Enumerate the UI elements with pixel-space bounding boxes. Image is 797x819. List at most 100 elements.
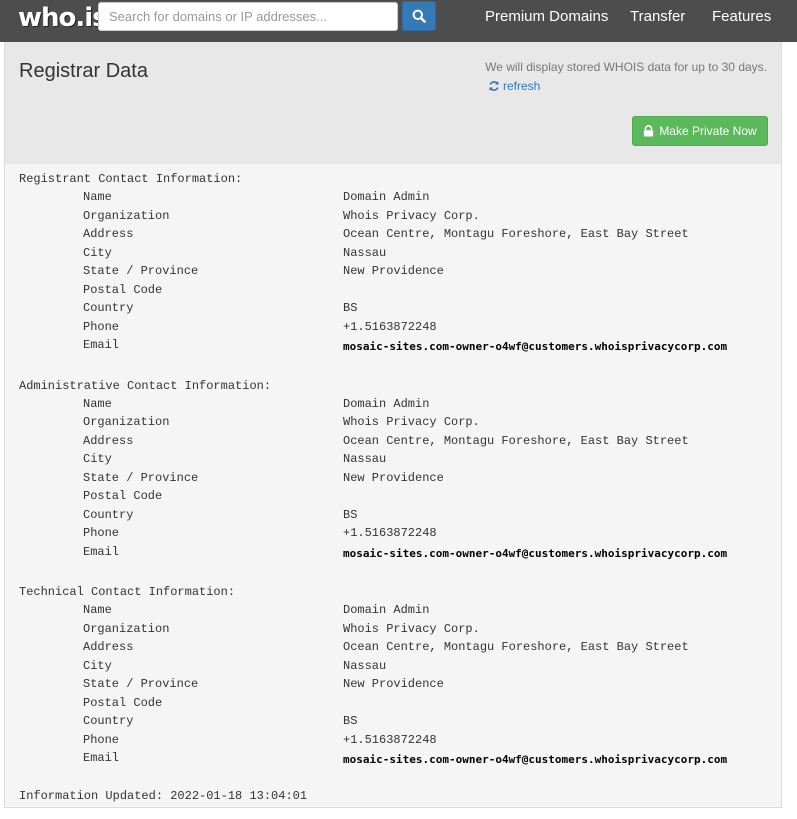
field-row-phone: Phone +1.5163872248 xyxy=(19,731,779,750)
field-label: Organization xyxy=(83,621,170,636)
field-row-phone: Phone +1.5163872248 xyxy=(19,318,779,337)
field-value: Whois Privacy Corp. xyxy=(343,621,480,636)
field-label: City xyxy=(83,452,112,466)
field-row-state-province: State / Province New Providence xyxy=(19,262,779,281)
field-row-country: Country BS xyxy=(19,712,779,731)
field-value: +1.5163872248 xyxy=(343,526,437,540)
field-value: Ocean Centre, Montagu Foreshore, East Ba… xyxy=(343,640,689,654)
refresh-icon xyxy=(489,81,499,91)
field-label: Address xyxy=(83,227,134,241)
field-value: New Providence xyxy=(343,677,444,691)
field-row-name: Name Domain Admin xyxy=(19,601,779,620)
field-row-country: Country BS xyxy=(19,299,779,318)
stored-data-note: We will display stored WHOIS data for up… xyxy=(485,60,767,74)
contact-section: Registrant Contact Information: Name Domai… xyxy=(19,170,779,355)
field-label: Organization xyxy=(83,208,170,223)
field-label: Postal Code xyxy=(83,695,163,710)
field-label: State / Province xyxy=(83,677,199,691)
field-value: mosaic-sites.com-owner-o4wf@customers.wh… xyxy=(343,546,728,560)
field-row-state-province: State / Province New Providence xyxy=(19,469,779,488)
page-title: Registrar Data xyxy=(19,60,148,82)
refresh-link[interactable]: refresh xyxy=(488,79,540,93)
field-value: Nassau xyxy=(343,452,387,466)
field-row-name: Name Domain Admin xyxy=(19,188,779,207)
nav-features[interactable]: Features xyxy=(712,8,771,25)
field-value: Nassau xyxy=(343,658,387,673)
top-navbar: who.is Premium Domains Transfer Features xyxy=(0,0,797,42)
field-row-organization: Organization Whois Privacy Corp. xyxy=(19,620,779,639)
field-value: Whois Privacy Corp. xyxy=(343,208,480,223)
lock-icon xyxy=(644,125,654,137)
field-value: +1.5163872248 xyxy=(343,319,437,334)
nav-transfer[interactable]: Transfer xyxy=(630,8,685,25)
field-row-address: Address Ocean Centre, Montagu Foreshore, … xyxy=(19,432,779,451)
field-value: Nassau xyxy=(343,245,387,260)
field-label: Name xyxy=(83,190,112,204)
field-row-country: Country BS xyxy=(19,506,779,525)
field-value: Domain Admin xyxy=(343,603,430,617)
information-updated: Information Updated: 2022-01-18 13:04:01 xyxy=(19,788,308,803)
field-row-phone: Phone +1.5163872248 xyxy=(19,524,779,543)
field-row-address: Address Ocean Centre, Montagu Foreshore, … xyxy=(19,638,779,657)
field-label: Address xyxy=(83,433,134,448)
field-label: City xyxy=(83,658,112,673)
field-value: +1.5163872248 xyxy=(343,732,437,747)
field-label: Country xyxy=(83,714,134,728)
field-value: Ocean Centre, Montagu Foreshore, East Ba… xyxy=(343,227,689,241)
field-row-postal-code: Postal Code xyxy=(19,281,779,300)
field-row-email: Email mosaic-sites.com-owner-o4wf@custome… xyxy=(19,336,779,355)
field-label: Phone xyxy=(83,526,120,540)
field-row-email: Email mosaic-sites.com-owner-o4wf@custome… xyxy=(19,543,779,562)
field-row-email: Email mosaic-sites.com-owner-o4wf@custome… xyxy=(19,749,779,768)
field-row-city: City Nassau xyxy=(19,450,779,469)
field-row-postal-code: Postal Code xyxy=(19,694,779,713)
field-row-city: City Nassau xyxy=(19,244,779,263)
field-label: Postal Code xyxy=(83,282,163,297)
search-button[interactable] xyxy=(402,1,436,31)
site-logo[interactable]: who.is xyxy=(18,3,108,33)
field-row-name: Name Domain Admin xyxy=(19,395,779,414)
field-value: Domain Admin xyxy=(343,190,430,204)
field-row-postal-code: Postal Code xyxy=(19,487,779,506)
field-label: Organization xyxy=(83,415,170,429)
field-label: Address xyxy=(83,640,134,654)
field-value: Domain Admin xyxy=(343,396,430,411)
field-label: City xyxy=(83,245,112,260)
field-value: BS xyxy=(343,507,358,522)
search-icon xyxy=(412,9,426,23)
contact-section: Administrative Contact Information: Name D… xyxy=(19,377,779,562)
field-value: BS xyxy=(343,714,358,728)
field-label: Country xyxy=(83,507,134,522)
field-value: Whois Privacy Corp. xyxy=(343,415,480,429)
nav-premium-domains[interactable]: Premium Domains xyxy=(485,8,608,25)
contact-section-title: Registrant Contact Information: xyxy=(19,172,243,186)
field-label: Phone xyxy=(83,319,120,334)
field-value: Ocean Centre, Montagu Foreshore, East Ba… xyxy=(343,433,689,448)
field-row-state-province: State / Province New Providence xyxy=(19,675,779,694)
make-private-button[interactable]: Make Private Now xyxy=(632,116,768,146)
field-label: Name xyxy=(83,603,112,617)
field-label: Phone xyxy=(83,732,120,747)
field-label: Email xyxy=(83,751,120,765)
field-row-address: Address Ocean Centre, Montagu Foreshore, … xyxy=(19,225,779,244)
field-label: Email xyxy=(83,544,120,559)
field-value: mosaic-sites.com-owner-o4wf@customers.wh… xyxy=(343,753,728,766)
field-row-organization: Organization Whois Privacy Corp. xyxy=(19,207,779,226)
field-value: mosaic-sites.com-owner-o4wf@customers.wh… xyxy=(343,340,728,353)
field-value: New Providence xyxy=(343,264,444,278)
refresh-label: refresh xyxy=(503,79,541,93)
field-label: Postal Code xyxy=(83,489,163,503)
field-row-organization: Organization Whois Privacy Corp. xyxy=(19,413,779,432)
contact-section-title: Administrative Contact Information: xyxy=(19,378,272,393)
field-label: Name xyxy=(83,396,112,411)
whois-record: Registrant Contact Information: Name Domai… xyxy=(19,170,779,805)
contact-section: Technical Contact Information: Name Domain… xyxy=(19,583,779,768)
panel-heading: Registrar Data We will display stored WH… xyxy=(5,42,781,164)
registrar-data-panel: Registrar Data We will display stored WH… xyxy=(4,42,782,808)
search-input[interactable] xyxy=(98,2,398,31)
field-value: New Providence xyxy=(343,470,444,485)
field-value: BS xyxy=(343,301,358,315)
field-label: Country xyxy=(83,301,134,315)
field-row-city: City Nassau xyxy=(19,657,779,676)
field-label: Email xyxy=(83,338,120,352)
